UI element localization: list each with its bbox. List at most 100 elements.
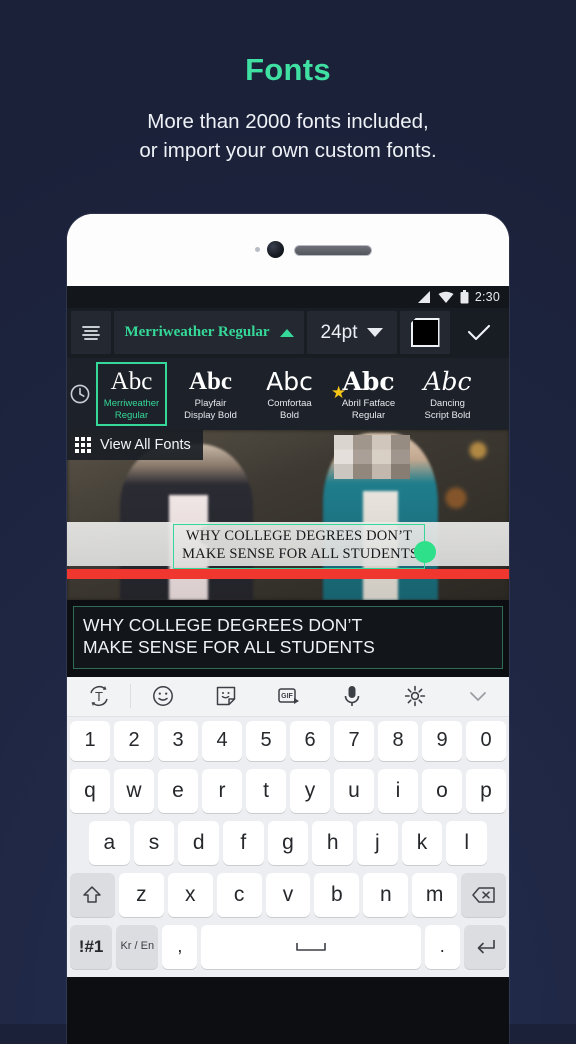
confirm-button[interactable]: [453, 311, 505, 354]
chevron-down-icon: [469, 692, 486, 702]
key-9[interactable]: 9: [422, 720, 462, 761]
phone-bezel-top: [67, 214, 509, 286]
key-i[interactable]: i: [378, 768, 418, 813]
text-align-button[interactable]: [71, 311, 111, 354]
font-card-label: Playfair Display Bold: [182, 398, 239, 421]
collapse-keyboard-button[interactable]: [446, 684, 509, 708]
key-s[interactable]: s: [133, 820, 175, 865]
emoji-button[interactable]: [131, 684, 194, 708]
microphone-button[interactable]: [320, 684, 383, 708]
comma-key[interactable]: ,: [162, 924, 198, 969]
key-h[interactable]: h: [312, 820, 354, 865]
key-5[interactable]: 5: [246, 720, 286, 761]
font-carousel[interactable]: Abc Merriweather Regular Abc Playfair Di…: [67, 358, 509, 430]
phone-screen: 2:30 Merriweather Regular 24pt Abc Merri…: [67, 286, 509, 1044]
video-preview[interactable]: WHY COLLEGE DEGREES DON’T MAKE SENSE FOR…: [67, 430, 509, 600]
font-sample: Abc: [188, 368, 233, 396]
font-card-label-line1: Comfortaa: [267, 398, 312, 410]
key-7[interactable]: 7: [334, 720, 374, 761]
sticker-button[interactable]: [194, 684, 257, 708]
key-v[interactable]: v: [265, 872, 311, 917]
key-4[interactable]: 4: [202, 720, 242, 761]
key-j[interactable]: j: [357, 820, 398, 865]
key-a[interactable]: a: [88, 820, 130, 865]
key-u[interactable]: u: [334, 768, 374, 813]
font-size-selector[interactable]: 24pt: [307, 311, 397, 354]
caption-overlay[interactable]: WHY COLLEGE DEGREES DON’T MAKE SENSE FOR…: [173, 524, 426, 569]
view-all-fonts-button[interactable]: View All Fonts: [67, 430, 203, 460]
key-p[interactable]: p: [466, 768, 506, 813]
font-card-label-line2: Regular: [114, 409, 149, 421]
keyboard-row-top: q w e r t y u i o p: [67, 765, 509, 817]
key-c[interactable]: c: [216, 872, 262, 917]
gif-button[interactable]: GIF: [257, 684, 320, 708]
key-w[interactable]: w: [114, 768, 154, 813]
key-m[interactable]: m: [412, 872, 458, 917]
key-2[interactable]: 2: [114, 720, 154, 761]
shift-icon: [83, 886, 102, 903]
font-card-dancing-script[interactable]: Abc Dancing Script Bold: [408, 358, 487, 430]
grid-icon: [75, 437, 91, 453]
timeline-progress-bar[interactable]: [67, 569, 509, 580]
shift-key[interactable]: [70, 872, 115, 917]
key-r[interactable]: r: [202, 768, 242, 813]
key-y[interactable]: y: [290, 768, 330, 813]
key-l[interactable]: l: [446, 820, 488, 865]
key-b[interactable]: b: [314, 872, 360, 917]
font-card-playfair[interactable]: Abc Playfair Display Bold: [171, 358, 250, 430]
key-t[interactable]: t: [246, 768, 286, 813]
text-color-button[interactable]: [400, 311, 450, 354]
font-card-label-line1: Dancing: [430, 398, 465, 410]
font-name-selector[interactable]: Merriweather Regular: [114, 311, 304, 354]
space-icon: [296, 942, 326, 951]
key-o[interactable]: o: [422, 768, 462, 813]
recent-fonts-button[interactable]: [67, 358, 92, 430]
font-toolbar: Merriweather Regular 24pt: [67, 308, 509, 358]
key-6[interactable]: 6: [290, 720, 330, 761]
language-slash: /: [134, 940, 138, 952]
key-z[interactable]: z: [118, 872, 164, 917]
settings-icon: [404, 686, 425, 707]
font-card-abril-fatface[interactable]: ★ Abc Abril Fatface Regular: [329, 358, 408, 430]
promo-header: Fonts More than 2000 fonts included, or …: [0, 0, 576, 165]
key-x[interactable]: x: [167, 872, 213, 917]
speaker-grille: [294, 245, 372, 256]
svg-text:T: T: [95, 689, 103, 704]
keyboard-row-home: a s d f g h j k l: [67, 817, 509, 869]
font-card-label-line1: Abril Fatface: [341, 398, 396, 410]
font-card-label-line2: Bold: [279, 409, 299, 421]
key-f[interactable]: f: [223, 820, 264, 865]
signal-icon: [417, 290, 430, 303]
key-3[interactable]: 3: [158, 720, 198, 761]
sticker-icon: [216, 687, 235, 706]
key-n[interactable]: n: [363, 872, 409, 917]
key-q[interactable]: q: [70, 768, 110, 813]
backspace-key[interactable]: [461, 872, 507, 917]
symbols-key[interactable]: !#1: [70, 924, 113, 969]
font-card-label: Merriweather Regular: [102, 398, 161, 421]
font-card-merriweather[interactable]: Abc Merriweather Regular: [92, 358, 171, 430]
period-key[interactable]: .: [424, 924, 460, 969]
key-e[interactable]: e: [158, 768, 198, 813]
key-1[interactable]: 1: [70, 720, 110, 761]
key-d[interactable]: d: [178, 820, 219, 865]
promo-subtitle: More than 2000 fonts included, or import…: [0, 107, 576, 165]
space-key[interactable]: [201, 924, 421, 969]
key-8[interactable]: 8: [378, 720, 418, 761]
text-input-field[interactable]: WHY COLLEGE DEGREES DON’T MAKE SENSE FOR…: [73, 606, 503, 669]
promo-subtitle-line1: More than 2000 fonts included,: [147, 110, 429, 133]
key-g[interactable]: g: [267, 820, 309, 865]
font-card-label-line2: Regular: [351, 409, 386, 421]
battery-icon: [460, 290, 469, 304]
font-card-label-line1: Playfair: [194, 398, 227, 410]
text-input-line1: WHY COLLEGE DEGREES DON’T: [83, 615, 363, 635]
enter-key[interactable]: [463, 924, 506, 969]
key-k[interactable]: k: [401, 820, 443, 865]
key-0[interactable]: 0: [466, 720, 506, 761]
font-card-comfortaa[interactable]: Abc Comfortaa Bold: [250, 358, 329, 430]
font-card-label: Dancing Script Bold: [423, 398, 473, 421]
language-key[interactable]: Kr / En: [116, 924, 159, 969]
settings-button[interactable]: [383, 684, 446, 708]
translate-button[interactable]: T: [67, 684, 131, 709]
microphone-icon: [344, 686, 359, 707]
